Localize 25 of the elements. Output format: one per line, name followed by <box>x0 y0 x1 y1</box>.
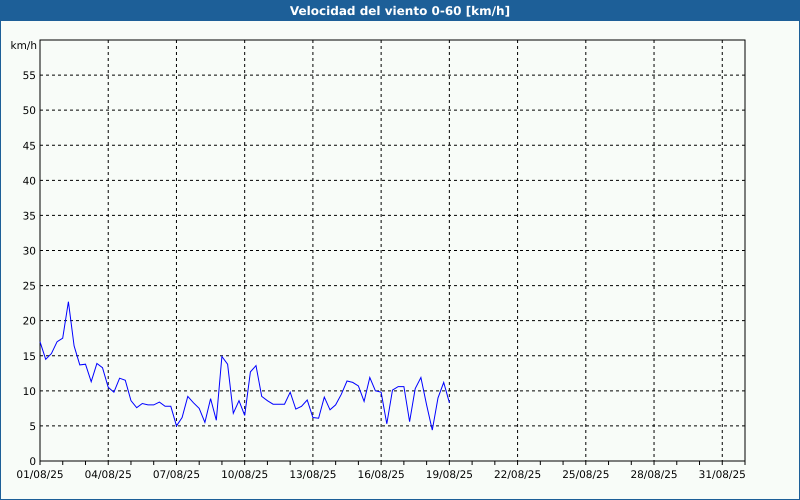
y-axis-label: km/h <box>10 40 37 52</box>
y-tick-label: 35 <box>22 210 36 222</box>
y-tick-label: 15 <box>22 350 36 363</box>
y-tick-label: 50 <box>22 105 36 118</box>
x-tick-label: 13/08/25 <box>289 469 336 481</box>
window-title: Velocidad del viento 0-60 [km/h] <box>290 4 510 18</box>
x-tick-label: 01/08/25 <box>16 469 64 481</box>
x-tick-label: 28/08/25 <box>630 469 678 481</box>
y-tick-label: 20 <box>22 316 36 328</box>
y-tick-label: 30 <box>22 246 36 258</box>
y-tick-label: 5 <box>29 420 36 433</box>
y-tick-label: 25 <box>22 280 36 293</box>
y-tick-label: 55 <box>22 70 36 82</box>
y-tick-label: 0 <box>29 456 36 468</box>
x-tick-label: 07/08/25 <box>152 469 200 481</box>
x-tick-label: 25/08/25 <box>562 469 610 481</box>
x-tick-label: 22/08/25 <box>494 469 542 481</box>
x-tick-label: 04/08/25 <box>84 469 132 481</box>
y-tick-label: 10 <box>22 386 36 398</box>
x-tick-label: 31/08/25 <box>698 469 746 481</box>
y-tick-label: 40 <box>22 175 36 188</box>
x-tick-label: 16/08/25 <box>358 469 405 481</box>
y-tick-label: 45 <box>22 140 36 152</box>
x-tick-label: 10/08/25 <box>221 469 268 481</box>
x-tick-label: 19/08/25 <box>426 469 473 481</box>
